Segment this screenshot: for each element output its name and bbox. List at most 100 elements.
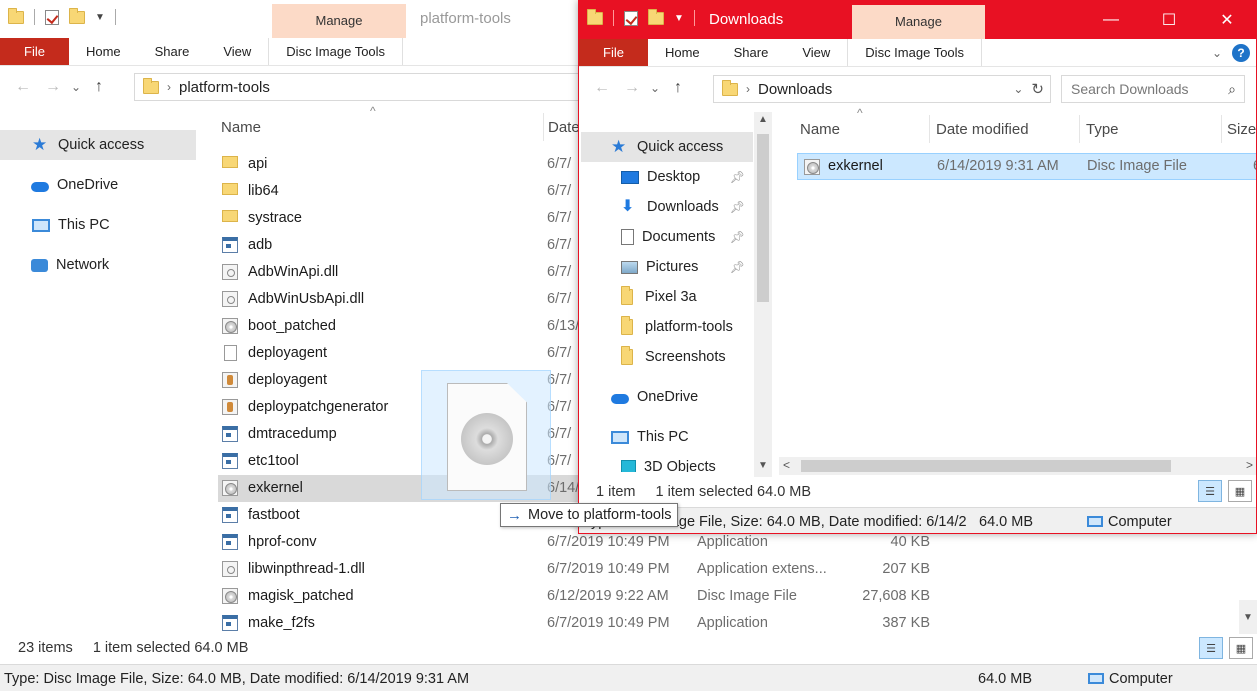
large-icons-view-icon[interactable]: ▦	[1229, 637, 1253, 659]
file-name: deployagent	[248, 345, 328, 361]
tab-disc-image-tools[interactable]: Disc Image Tools	[847, 39, 983, 66]
customize-toolbar-chevron-icon[interactable]: ▼	[95, 12, 105, 23]
navigation-pane: ★ Quick access Desktop 📌︎ ⬇ Downloads 📌︎ Docume…	[581, 132, 753, 472]
tab-view[interactable]: View	[785, 39, 847, 66]
address-bar[interactable]: › Downloads ⌄ ↻	[713, 75, 1051, 103]
up-arrow-icon[interactable]: ↑	[663, 79, 693, 97]
address-dropdown-chevron-icon[interactable]: ⌄	[1013, 82, 1023, 96]
help-icon[interactable]: ?	[1232, 43, 1250, 62]
blank-file-icon	[224, 345, 237, 361]
address-bar[interactable]: › platform-tools	[134, 73, 594, 101]
details-view-icon[interactable]: ☰	[1199, 637, 1223, 659]
file-name: magisk_patched	[248, 588, 354, 604]
column-header-size[interactable]: Size	[1227, 121, 1256, 138]
scroll-down-icon[interactable]: ▼	[1243, 612, 1253, 623]
column-header-date[interactable]: Date	[548, 119, 580, 136]
properties-icon[interactable]	[624, 10, 638, 26]
minimize-icon[interactable]: —	[1082, 1, 1140, 39]
recent-locations-chevron-icon[interactable]: ⌄	[68, 80, 84, 94]
tab-disc-image-tools[interactable]: Disc Image Tools	[268, 38, 404, 65]
manage-context-tab[interactable]: Manage	[272, 4, 406, 38]
column-header-type[interactable]: Type	[1086, 121, 1119, 138]
back-arrow-icon[interactable]: ←	[587, 79, 617, 97]
table-row[interactable]: magisk_patched 6/12/2019 9:22 AM Disc Imag…	[218, 583, 938, 610]
column-header-date-modified[interactable]: Date modified	[936, 121, 1029, 138]
file-date: 6/7/2019 10:49 PM	[547, 615, 670, 631]
nav-item-pixel-3a[interactable]: Pixel 3a	[581, 282, 753, 312]
chevron-right-icon[interactable]: ›	[746, 82, 750, 96]
pin-icon[interactable]: 📌︎	[730, 170, 753, 184]
new-folder-icon[interactable]	[648, 8, 664, 25]
search-input[interactable]: Search Downloads ⌕	[1061, 75, 1245, 103]
title-bar: ▼ Downloads Manage — ☐ ✕	[579, 1, 1256, 39]
close-icon[interactable]: ✕	[1198, 1, 1256, 39]
file-name: lib64	[248, 183, 279, 199]
cloud-icon	[31, 182, 49, 192]
table-row[interactable]: libwinpthread-1.dll 6/7/2019 10:49 PM Appl…	[218, 556, 938, 583]
nav-item-onedrive[interactable]: OneDrive	[581, 382, 753, 412]
file-name: boot_patched	[248, 318, 336, 334]
file-date: 6/7/	[547, 345, 572, 361]
column-header-name[interactable]: Name	[800, 121, 840, 138]
vertical-scrollbar[interactable]: ▼	[1239, 600, 1257, 634]
nav-item-this-pc[interactable]: This PC	[581, 422, 753, 452]
recent-locations-chevron-icon[interactable]: ⌄	[647, 81, 663, 95]
back-arrow-icon[interactable]: ←	[8, 78, 38, 96]
chevron-right-icon[interactable]: ›	[167, 80, 171, 94]
pin-icon[interactable]: 📌︎	[730, 230, 753, 244]
refresh-icon[interactable]: ↻	[1031, 80, 1050, 98]
nav-item-desktop[interactable]: Desktop 📌︎	[581, 162, 753, 192]
manage-context-tab[interactable]: Manage	[852, 5, 985, 39]
tab-file[interactable]: File	[0, 38, 69, 65]
new-folder-icon[interactable]	[69, 7, 85, 24]
nav-quick-access[interactable]: ★ Quick access	[0, 130, 196, 160]
application-icon	[222, 453, 238, 469]
up-arrow-icon[interactable]: ↑	[84, 78, 114, 96]
scroll-right-icon[interactable]: >	[1246, 458, 1253, 472]
forward-arrow-icon[interactable]: →	[617, 79, 647, 97]
tab-share[interactable]: Share	[717, 39, 786, 66]
nav-item-downloads[interactable]: ⬇ Downloads 📌︎	[581, 192, 753, 222]
scrollbar-thumb[interactable]	[757, 134, 769, 302]
nav-item-quick-access[interactable]: ★ Quick access	[581, 132, 753, 162]
details-size: 64.0 MB	[977, 513, 1033, 530]
large-icons-view-icon[interactable]: ▦	[1228, 480, 1252, 502]
nav-this-pc[interactable]: This PC	[0, 210, 196, 240]
tab-home[interactable]: Home	[648, 39, 717, 66]
pin-icon[interactable]: 📌︎	[730, 260, 753, 274]
nav-onedrive[interactable]: OneDrive	[0, 170, 196, 200]
tab-share[interactable]: Share	[138, 38, 207, 65]
nav-item-3d-objects[interactable]: 3D Objects	[581, 452, 753, 472]
tab-file[interactable]: File	[579, 39, 648, 66]
file-date: 6/7/	[547, 264, 572, 280]
properties-icon[interactable]	[45, 9, 59, 25]
tab-home[interactable]: Home	[69, 38, 138, 65]
nav-item-documents[interactable]: Documents 📌︎	[581, 222, 753, 252]
forward-arrow-icon[interactable]: →	[38, 78, 68, 96]
scroll-up-icon[interactable]: ▲	[758, 114, 768, 125]
maximize-icon[interactable]: ☐	[1140, 1, 1198, 39]
column-header-name[interactable]: Name	[221, 119, 261, 136]
application-icon	[222, 237, 238, 253]
nav-item-platform-tools[interactable]: platform-tools	[581, 312, 753, 342]
nav-item-screenshots[interactable]: Screenshots	[581, 342, 753, 372]
nav-network[interactable]: Network	[0, 250, 196, 280]
customize-toolbar-chevron-icon[interactable]: ▼	[674, 13, 684, 24]
table-row[interactable]: make_f2fs 6/7/2019 10:49 PM Application 387…	[218, 610, 938, 637]
nav-item-pictures[interactable]: Pictures 📌︎	[581, 252, 753, 282]
file-name: AdbWinUsbApi.dll	[248, 291, 365, 307]
details-view-icon[interactable]: ☰	[1198, 480, 1222, 502]
address-segment[interactable]: Downloads	[758, 81, 832, 98]
picture-icon	[621, 260, 638, 274]
table-row[interactable]: exkernel 6/14/2019 9:31 AM Disc Image File…	[797, 153, 1256, 180]
expand-ribbon-chevron-icon[interactable]: ⌄	[1212, 46, 1222, 60]
file-type: Application	[697, 615, 768, 631]
nav-vertical-scrollbar[interactable]: ▲ ▼	[754, 112, 772, 477]
scroll-left-icon[interactable]: <	[783, 458, 790, 472]
address-segment[interactable]: platform-tools	[179, 79, 270, 96]
tab-view[interactable]: View	[206, 38, 268, 65]
scrollbar-thumb[interactable]	[801, 460, 1171, 472]
pin-icon[interactable]: 📌︎	[730, 200, 753, 214]
scroll-down-icon[interactable]: ▼	[758, 460, 768, 471]
horizontal-scrollbar[interactable]: < >	[779, 457, 1256, 475]
